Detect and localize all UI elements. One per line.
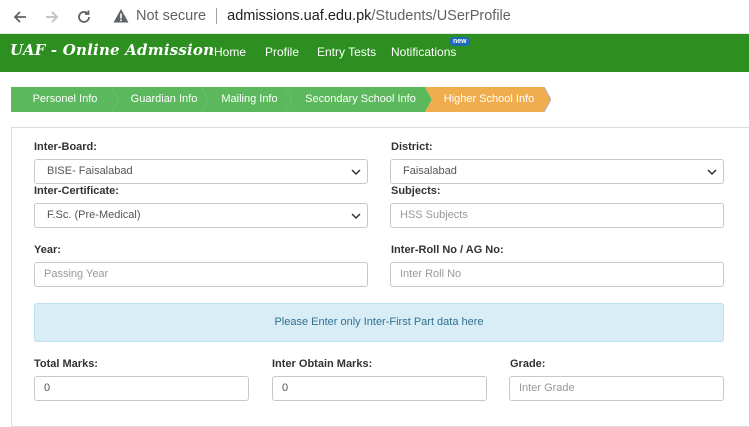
info-alert: Please Enter only Inter-First Part data … [34,303,724,342]
reload-icon[interactable] [74,7,94,27]
grade-placeholder: Inter Grade [519,382,575,394]
total-marks-input[interactable]: 0 [34,376,249,401]
chevron-down-icon [351,169,361,176]
back-arrow-icon[interactable] [10,7,30,27]
district-value: Faisalabad [403,165,457,177]
subjects-input[interactable]: HSS Subjects [390,203,724,228]
nav-profile[interactable]: Profile [265,45,299,59]
step-higher-school-info[interactable]: Higher School Info [425,87,551,112]
year-input[interactable]: Passing Year [34,262,368,287]
grade-label: Grade: [510,358,546,370]
brand-logo-text[interactable]: UAF - Online Admission [10,41,214,59]
inter-board-select[interactable]: BISE- Faisalabad [34,159,368,184]
inter-certificate-select[interactable]: F.Sc. (Pre-Medical) [34,203,368,228]
step-label: Higher School Info [443,93,535,105]
district-label: District: [391,141,433,153]
nav-notifications[interactable]: Notifications [391,45,456,59]
security-label[interactable]: Not secure [136,8,206,24]
subjects-label: Subjects: [391,185,441,197]
url-host: admissions.uaf.edu.pk [227,8,372,24]
roll-no-label: Inter-Roll No / AG No: [391,244,504,256]
new-badge: new [450,37,470,46]
nav-home[interactable]: Home [214,45,246,59]
year-placeholder: Passing Year [44,268,109,280]
warning-triangle-icon[interactable] [112,7,130,25]
inter-certificate-value: F.Sc. (Pre-Medical) [47,209,141,221]
top-navbar: UAF - Online Admission Home Profile Entr… [0,34,749,72]
total-marks-value: 0 [44,382,51,394]
obtain-marks-label: Inter Obtain Marks: [272,358,373,370]
step-mailing-info[interactable]: Mailing Info [201,87,292,112]
roll-no-placeholder: Inter Roll No [400,268,462,280]
inter-board-label: Inter-Board: [34,141,97,153]
roll-no-input[interactable]: Inter Roll No [390,262,724,287]
obtain-marks-input[interactable]: 0 [272,376,487,401]
step-label: Personel Info [32,93,98,105]
inter-board-value: BISE- Faisalabad [47,165,133,177]
grade-input[interactable]: Inter Grade [509,376,724,401]
url-path: /Students/USerProfile [371,8,511,24]
nav-entry-tests[interactable]: Entry Tests [317,45,376,59]
year-label: Year: [34,244,61,256]
obtain-marks-value: 0 [282,382,289,394]
inter-certificate-label: Inter-Certificate: [34,185,119,197]
total-marks-label: Total Marks: [34,358,98,370]
step-personel-info[interactable]: Personel Info [11,87,119,112]
step-label: Secondary School Info [305,93,416,105]
address-bar[interactable]: Not secure admissions.uaf.edu.pk/Student… [112,4,511,28]
chevron-down-icon [707,169,717,176]
url-divider [216,8,218,24]
forward-arrow-icon[interactable] [42,7,62,27]
step-label: Mailing Info [221,93,278,105]
step-guardian-info[interactable]: Guardian Info [112,87,208,112]
step-label: Guardian Info [130,93,198,105]
chevron-down-icon [351,213,361,220]
district-select[interactable]: Faisalabad [390,159,724,184]
browser-toolbar: Not secure admissions.uaf.edu.pk/Student… [0,0,749,34]
step-secondary-school-info[interactable]: Secondary School Info [285,87,432,112]
subjects-placeholder: HSS Subjects [400,209,468,221]
